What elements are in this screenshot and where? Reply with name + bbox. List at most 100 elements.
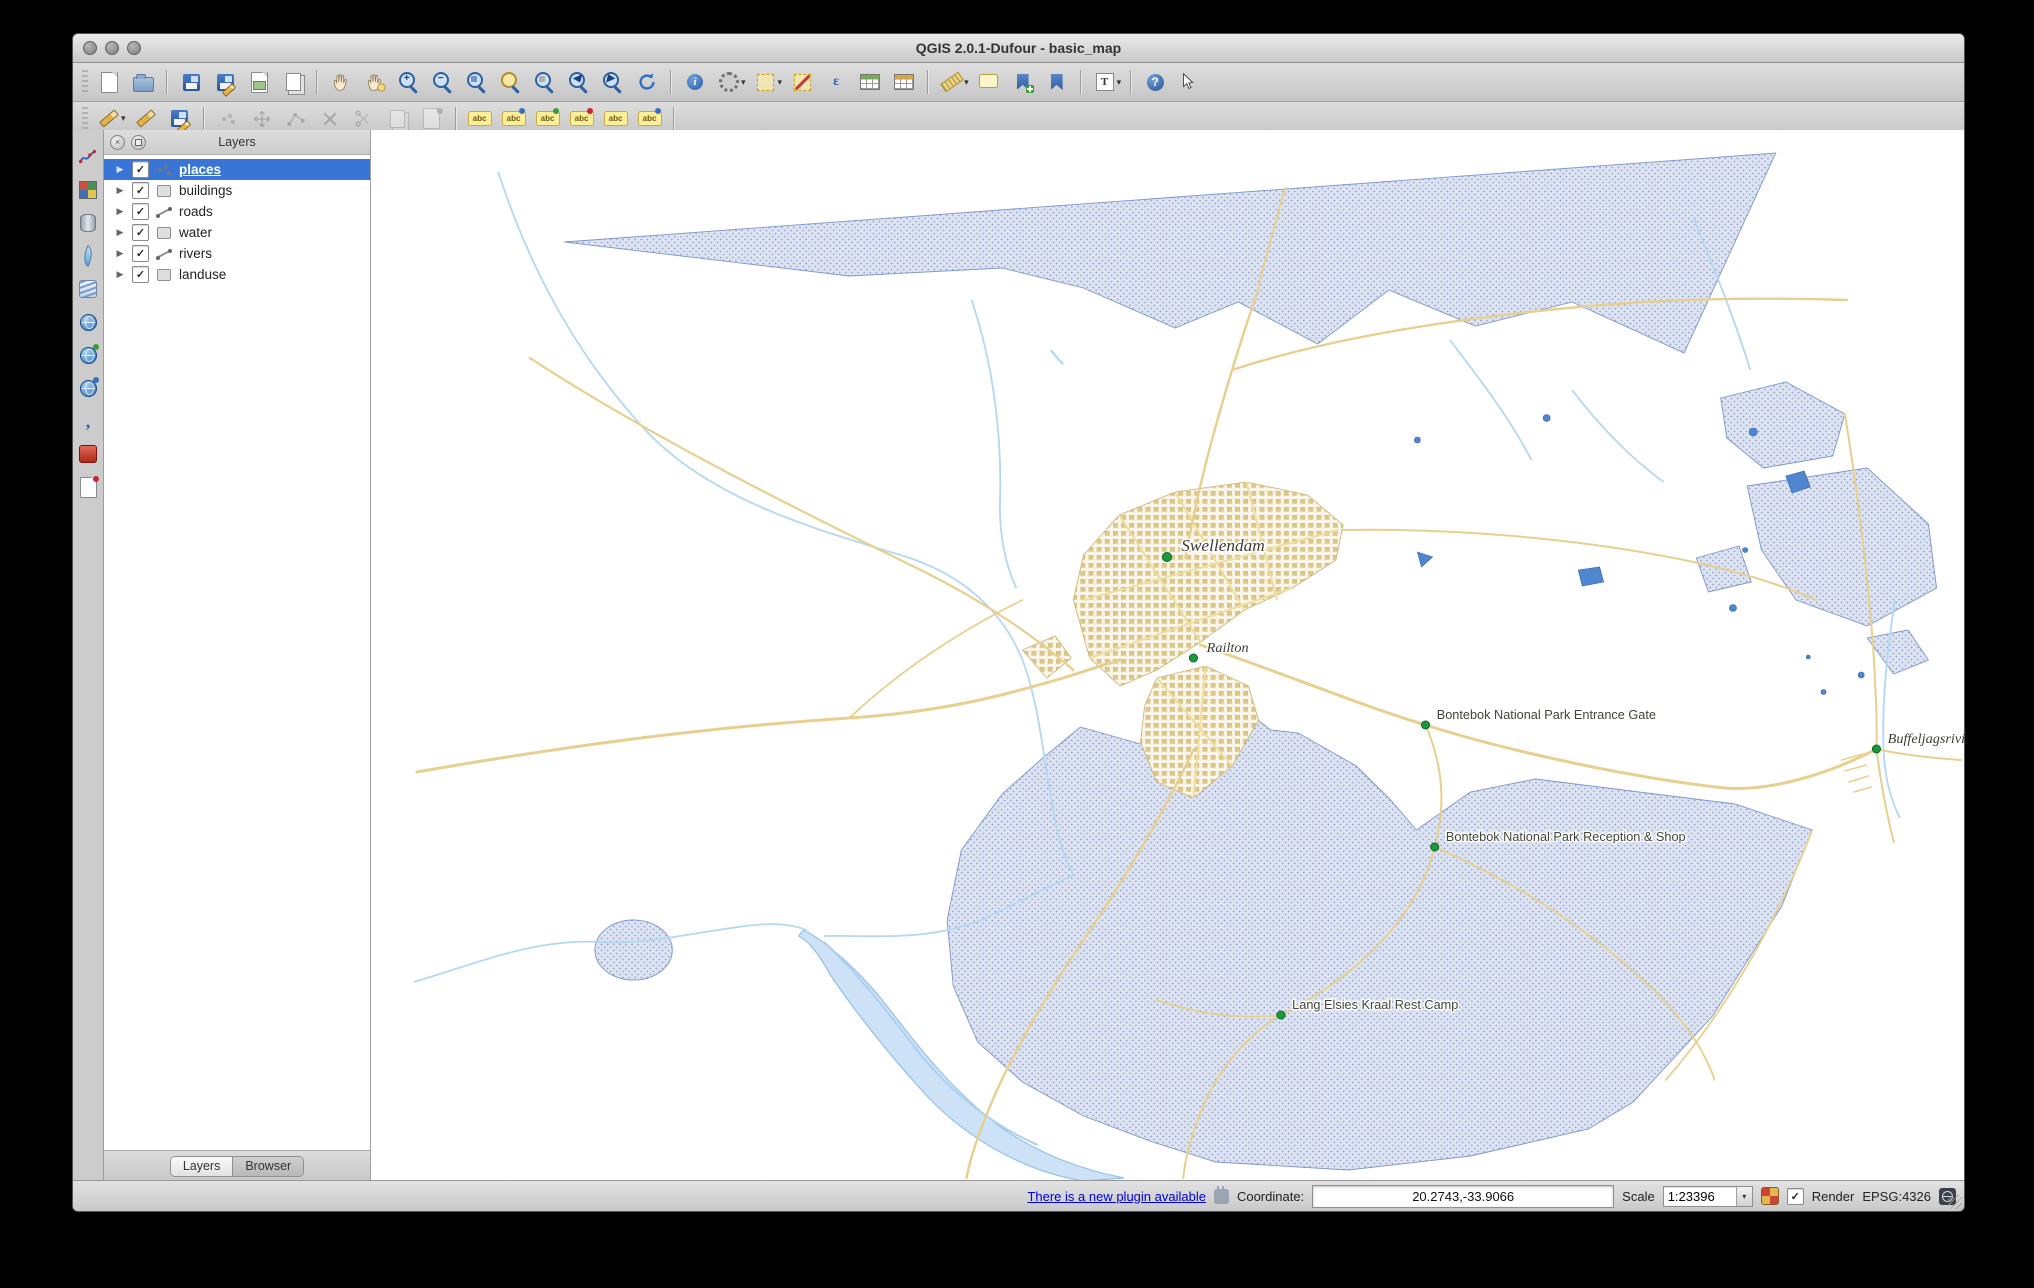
map-tips-button[interactable]	[973, 67, 1005, 97]
zoom-in-button[interactable]: +	[393, 67, 425, 97]
select-features-button[interactable]	[750, 67, 782, 97]
add-wms-layer-icon	[76, 310, 100, 334]
label-pin-button[interactable]: abc	[498, 104, 530, 134]
layer-visibility-checkbox[interactable]: ✓	[132, 182, 149, 199]
crs-label: EPSG:4326	[1862, 1188, 1931, 1204]
open-attribute-table-button[interactable]	[854, 67, 886, 97]
layer-visibility-checkbox[interactable]: ✓	[132, 161, 149, 178]
expand-arrow-icon[interactable]: ▶	[114, 248, 126, 259]
help-button[interactable]: ?	[1139, 67, 1171, 97]
add-wcs-layer-button[interactable]	[75, 342, 101, 368]
move-feature-button[interactable]	[246, 104, 278, 134]
toolbar-drag-handle[interactable]	[82, 106, 88, 131]
new-bookmark-button[interactable]	[1007, 67, 1039, 97]
expand-arrow-icon[interactable]: ▶	[114, 206, 126, 217]
cut-features-button[interactable]	[348, 104, 380, 134]
layer-item-water[interactable]: ▶ ✓ water	[104, 222, 370, 243]
pan-to-selection-button[interactable]	[359, 67, 391, 97]
add-wms-layer-button[interactable]	[75, 309, 101, 335]
layer-item-roads[interactable]: ▶ ✓ roads	[104, 201, 370, 222]
whats-this-button[interactable]	[1173, 67, 1205, 97]
layer-visibility-checkbox[interactable]: ✓	[132, 224, 149, 241]
save-layer-edits-button[interactable]	[164, 104, 196, 134]
panel-close-button[interactable]: ×	[110, 134, 125, 150]
run-feature-action-button[interactable]	[713, 67, 745, 97]
add-delimited-text-layer-button[interactable]: ,	[75, 408, 101, 434]
expand-arrow-icon[interactable]: ▶	[114, 185, 126, 196]
expand-arrow-icon[interactable]: ▶	[114, 227, 126, 238]
zoom-full-button[interactable]	[461, 67, 493, 97]
show-bookmarks-button[interactable]	[1041, 67, 1073, 97]
add-delimited-text-icon: ,	[85, 411, 91, 431]
field-calculator-button[interactable]	[888, 67, 920, 97]
layer-visibility-checkbox[interactable]: ✓	[132, 245, 149, 262]
toggle-editing-button[interactable]	[130, 104, 162, 134]
layer-visibility-checkbox[interactable]: ✓	[132, 203, 149, 220]
layer-item-landuse[interactable]: ▶ ✓ landuse	[104, 264, 370, 285]
open-project-button[interactable]	[127, 67, 159, 97]
save-project-as-button[interactable]	[209, 67, 241, 97]
plugin-available-link[interactable]: There is a new plugin available	[1027, 1189, 1206, 1204]
panel-float-button[interactable]	[131, 134, 146, 150]
text-annotation-button[interactable]: T	[1089, 67, 1121, 97]
paste-features-button[interactable]	[416, 104, 448, 134]
node-tool-button[interactable]	[280, 104, 312, 134]
add-mssql-layer-button[interactable]	[75, 276, 101, 302]
save-project-button[interactable]	[175, 67, 207, 97]
toolbar-drag-handle[interactable]	[82, 70, 88, 94]
layer-item-places[interactable]: ▶ ✓ places	[104, 159, 370, 180]
resize-grip[interactable]	[1948, 1195, 1962, 1209]
deselect-features-button[interactable]	[786, 67, 818, 97]
refresh-map-button[interactable]	[631, 67, 663, 97]
add-oracle-layer-button[interactable]	[75, 441, 101, 467]
new-project-button[interactable]	[93, 67, 125, 97]
scale-input[interactable]	[1663, 1187, 1736, 1205]
layer-item-buildings[interactable]: ▶ ✓ buildings	[104, 180, 370, 201]
new-shapefile-layer-button[interactable]	[75, 474, 101, 500]
label-rotate-button[interactable]: abc	[600, 104, 632, 134]
tab-layers[interactable]: Layers	[170, 1156, 233, 1176]
zoom-next-button[interactable]: ▶	[597, 67, 629, 97]
new-composer-button[interactable]	[243, 67, 275, 97]
render-checkbox[interactable]: ✓	[1786, 1187, 1804, 1205]
scale-combo[interactable]: ▾	[1662, 1185, 1753, 1207]
zoom-to-layer-button[interactable]	[529, 67, 561, 97]
label-move-button[interactable]: abc	[566, 104, 598, 134]
composer-manager-button[interactable]	[277, 67, 309, 97]
coordinate-input[interactable]	[1312, 1184, 1615, 1208]
add-raster-layer-button[interactable]	[75, 177, 101, 203]
stop-rendering-icon[interactable]	[1760, 1187, 1779, 1205]
add-spatialite-layer-button[interactable]	[75, 243, 101, 269]
plugin-icon[interactable]	[1213, 1185, 1229, 1204]
label-properties-button[interactable]: abc	[634, 104, 666, 134]
add-vector-layer-button[interactable]	[75, 144, 101, 170]
expand-arrow-icon[interactable]: ▶	[114, 269, 126, 280]
zoom-last-button[interactable]: ◀	[563, 67, 595, 97]
tab-browser[interactable]: Browser	[232, 1156, 304, 1176]
add-postgis-layer-button[interactable]	[75, 210, 101, 236]
add-feature-button[interactable]	[212, 104, 244, 134]
scale-dropdown-icon[interactable]: ▾	[1735, 1186, 1752, 1206]
label-highlight-button[interactable]: abc	[532, 104, 564, 134]
add-wfs-layer-button[interactable]	[75, 375, 101, 401]
measure-button[interactable]	[936, 67, 968, 97]
layer-visibility-checkbox[interactable]: ✓	[132, 266, 149, 283]
layer-item-rivers[interactable]: ▶ ✓ rivers	[104, 243, 370, 264]
zoom-to-selection-button[interactable]	[495, 67, 527, 97]
map-canvas[interactable]: Swellendam Railton Bontebok National Par…	[371, 130, 1964, 1181]
layers-panel-header[interactable]: × Layers	[104, 130, 370, 155]
layer-labeling-button[interactable]: abc	[464, 104, 496, 134]
current-edits-button[interactable]	[93, 104, 125, 134]
minimize-window-button[interactable]	[105, 41, 119, 55]
expand-arrow-icon[interactable]: ▶	[114, 164, 126, 175]
identify-button[interactable]: i	[679, 67, 711, 97]
close-window-button[interactable]	[83, 41, 97, 55]
layer-label: places	[179, 162, 222, 177]
select-by-expression-button[interactable]: ε	[820, 67, 852, 97]
copy-features-button[interactable]	[382, 104, 414, 134]
pan-map-button[interactable]	[325, 67, 357, 97]
titlebar[interactable]: QGIS 2.0.1-Dufour - basic_map	[73, 34, 1964, 63]
zoom-window-button[interactable]	[127, 41, 141, 55]
zoom-out-button[interactable]: −	[427, 67, 459, 97]
delete-selected-button[interactable]	[314, 104, 346, 134]
